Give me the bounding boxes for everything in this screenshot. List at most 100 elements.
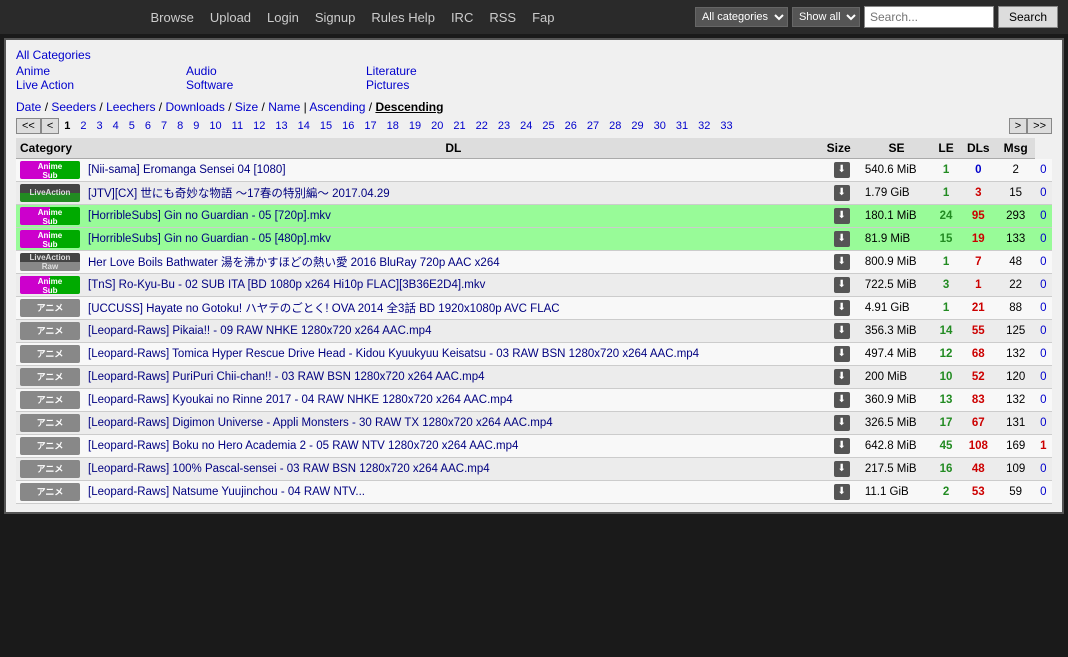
page-num-31[interactable]: 31 <box>671 118 693 134</box>
torrent-name-link[interactable]: [Leopard-Raws] Pikaia!! - 09 RAW NHKE 12… <box>88 325 431 337</box>
download-icon[interactable]: ⬇ <box>834 438 850 454</box>
category-badge[interactable]: Anime Sub <box>20 207 80 225</box>
nav-login[interactable]: Login <box>267 10 299 25</box>
category-badge[interactable]: アニメ <box>20 483 80 501</box>
torrent-name-link[interactable]: [Leopard-Raws] Kyoukai no Rinne 2017 - 0… <box>88 394 513 406</box>
download-icon[interactable]: ⬇ <box>834 254 850 270</box>
page-num-10[interactable]: 10 <box>204 118 226 134</box>
category-select[interactable]: All categories <box>695 7 788 27</box>
torrent-name-link[interactable]: [UCCUSS] Hayate no Gotoku! ハヤテのごとく! OVA … <box>88 303 560 315</box>
page-num-28[interactable]: 28 <box>604 118 626 134</box>
torrent-name-link[interactable]: [HorribleSubs] Gin no Guardian - 05 [480… <box>88 233 331 245</box>
page-num-19[interactable]: 19 <box>404 118 426 134</box>
page-num-22[interactable]: 22 <box>471 118 493 134</box>
page-num-14[interactable]: 14 <box>293 118 315 134</box>
page-num-6[interactable]: 6 <box>140 118 156 134</box>
cat-pictures[interactable]: Pictures <box>366 78 409 92</box>
download-icon[interactable]: ⬇ <box>834 277 850 293</box>
sort-name[interactable]: Name <box>268 100 300 114</box>
page-num-26[interactable]: 26 <box>560 118 582 134</box>
page-num-1[interactable]: 1 <box>59 118 75 134</box>
category-badge[interactable]: アニメ <box>20 437 80 455</box>
torrent-name-link[interactable]: [Leopard-Raws] Natsume Yuujinchou - 04 R… <box>88 486 365 498</box>
cat-anime[interactable]: Anime <box>16 64 50 78</box>
category-badge[interactable]: アニメ <box>20 414 80 432</box>
page-num-12[interactable]: 12 <box>248 118 270 134</box>
torrent-name-link[interactable]: [Leopard-Raws] Digimon Universe - Appli … <box>88 417 553 429</box>
torrent-name-link[interactable]: [Leopard-Raws] Boku no Hero Academia 2 -… <box>88 440 518 452</box>
torrent-name-link[interactable]: [Leopard-Raws] Tomica Hyper Rescue Drive… <box>88 348 699 360</box>
category-badge[interactable]: アニメ <box>20 460 80 478</box>
download-icon[interactable]: ⬇ <box>834 162 850 178</box>
torrent-name-link[interactable]: [HorribleSubs] Gin no Guardian - 05 [720… <box>88 210 331 222</box>
sort-ascending[interactable]: Ascending <box>309 100 365 114</box>
page-num-16[interactable]: 16 <box>337 118 359 134</box>
category-badge[interactable]: LiveAction <box>20 184 80 202</box>
page-num-20[interactable]: 20 <box>426 118 448 134</box>
page-num-4[interactable]: 4 <box>108 118 124 134</box>
cat-software[interactable]: Software <box>186 78 233 92</box>
category-badge[interactable]: アニメ <box>20 391 80 409</box>
torrent-name-link[interactable]: Her Love Boils Bathwater 湯を沸かすほどの熱い愛 201… <box>88 257 500 269</box>
page-num-30[interactable]: 30 <box>649 118 671 134</box>
page-num-32[interactable]: 32 <box>693 118 715 134</box>
torrent-name-link[interactable]: [Nii-sama] Eromanga Sensei 04 [1080] <box>88 164 286 176</box>
download-icon[interactable]: ⬇ <box>834 461 850 477</box>
page-num-21[interactable]: 21 <box>448 118 470 134</box>
torrent-name-link[interactable]: [Leopard-Raws] PuriPuri Chii-chan!! - 03… <box>88 371 485 383</box>
nav-upload[interactable]: Upload <box>210 10 251 25</box>
page-num-7[interactable]: 7 <box>156 118 172 134</box>
show-select[interactable]: Show all <box>792 7 860 27</box>
page-num-8[interactable]: 8 <box>172 118 188 134</box>
page-num-27[interactable]: 27 <box>582 118 604 134</box>
torrent-name-link[interactable]: [JTV][CX] 世にも奇妙な物語 ～17春の特別編～ 2017.04.29 <box>88 188 390 200</box>
page-num-13[interactable]: 13 <box>270 118 292 134</box>
sort-seeders[interactable]: Seeders <box>51 100 96 114</box>
page-last[interactable]: >> <box>1027 118 1052 134</box>
search-input[interactable] <box>864 6 994 28</box>
page-num-2[interactable]: 2 <box>75 118 91 134</box>
page-num-33[interactable]: 33 <box>715 118 737 134</box>
category-badge[interactable]: Anime Sub <box>20 161 80 179</box>
page-num-23[interactable]: 23 <box>493 118 515 134</box>
page-num-11[interactable]: 11 <box>227 118 248 134</box>
category-badge[interactable]: アニメ <box>20 345 80 363</box>
page-num-25[interactable]: 25 <box>537 118 559 134</box>
page-num-24[interactable]: 24 <box>515 118 537 134</box>
page-num-17[interactable]: 17 <box>359 118 381 134</box>
page-num-15[interactable]: 15 <box>315 118 337 134</box>
nav-fap[interactable]: Fap <box>532 10 554 25</box>
page-num-18[interactable]: 18 <box>382 118 404 134</box>
torrent-name-link[interactable]: [TnS] Ro-Kyu-Bu - 02 SUB ITA [BD 1080p x… <box>88 279 485 291</box>
category-badge[interactable]: アニメ <box>20 299 80 317</box>
download-icon[interactable]: ⬇ <box>834 484 850 500</box>
nav-signup[interactable]: Signup <box>315 10 355 25</box>
cat-liveaction[interactable]: Live Action <box>16 78 74 92</box>
nav-rss[interactable]: RSS <box>489 10 516 25</box>
download-icon[interactable]: ⬇ <box>834 185 850 201</box>
download-icon[interactable]: ⬇ <box>834 392 850 408</box>
category-badge[interactable]: アニメ <box>20 368 80 386</box>
page-next[interactable]: > <box>1009 118 1027 134</box>
nav-browse[interactable]: Browse <box>150 10 193 25</box>
page-first[interactable]: << <box>16 118 41 134</box>
category-badge[interactable]: アニメ <box>20 322 80 340</box>
category-badge[interactable]: LiveAction Raw <box>20 253 80 271</box>
sort-downloads[interactable]: Downloads <box>165 100 224 114</box>
torrent-name-link[interactable]: [Leopard-Raws] 100% Pascal-sensei - 03 R… <box>88 463 490 475</box>
nav-irc[interactable]: IRC <box>451 10 473 25</box>
page-num-9[interactable]: 9 <box>188 118 204 134</box>
download-icon[interactable]: ⬇ <box>834 300 850 316</box>
cat-all[interactable]: All Categories <box>16 48 91 62</box>
page-num-5[interactable]: 5 <box>124 118 140 134</box>
download-icon[interactable]: ⬇ <box>834 415 850 431</box>
download-icon[interactable]: ⬇ <box>834 231 850 247</box>
cat-literature[interactable]: Literature <box>366 64 417 78</box>
download-icon[interactable]: ⬇ <box>834 369 850 385</box>
cat-audio[interactable]: Audio <box>186 64 217 78</box>
page-num-3[interactable]: 3 <box>92 118 108 134</box>
download-icon[interactable]: ⬇ <box>834 323 850 339</box>
download-icon[interactable]: ⬇ <box>834 208 850 224</box>
page-num-29[interactable]: 29 <box>626 118 648 134</box>
search-button[interactable]: Search <box>998 6 1058 28</box>
